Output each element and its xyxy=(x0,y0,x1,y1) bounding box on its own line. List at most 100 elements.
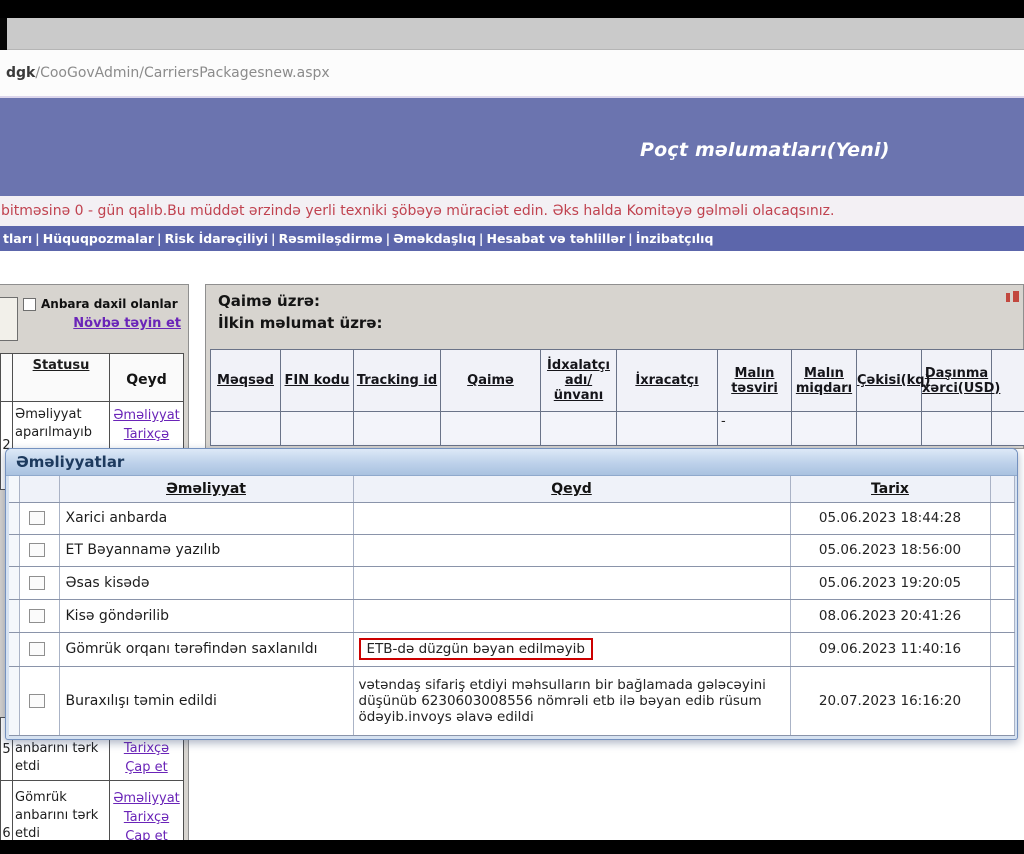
nav-separator: | xyxy=(386,231,391,246)
column-sort-link[interactable]: Daşınmaxərci(USD) xyxy=(922,366,1000,396)
nav-separator: | xyxy=(479,231,484,246)
note-sort-link[interactable]: Qeyd xyxy=(551,481,592,497)
url-path: /CooGovAdmin/CarriersPackagesnew.aspx xyxy=(35,65,329,81)
checkbox-cell xyxy=(19,502,59,534)
operation-row: Buraxılışı təmin edildivətəndaş sifariş … xyxy=(9,666,1014,735)
screen: dgk/CooGovAdmin/CarriersPackagesnew.aspx… xyxy=(0,0,1024,854)
row-checkbox[interactable] xyxy=(29,609,45,623)
column-header: Malınmiqdarı xyxy=(792,350,857,412)
set-queue-link[interactable]: Növbə təyin et xyxy=(0,316,181,331)
date-column-header: Tarix xyxy=(790,476,990,502)
column-sort-link[interactable]: Qaimə xyxy=(467,373,514,388)
operation-cell: ET Bəyannamə yazılıb xyxy=(59,534,353,566)
operation-cell: Əsas kisədə xyxy=(59,566,353,599)
date-cell: 20.07.2023 16:16:20 xyxy=(790,666,990,735)
modal-title: Əməliyyatlar xyxy=(16,453,124,471)
history-link[interactable]: Tarixçə xyxy=(110,808,183,827)
url-domain: dgk xyxy=(6,65,35,81)
status-sort-link[interactable]: Statusu xyxy=(33,358,90,373)
note-cell: ETB-də düzgün bəyan edilməyib xyxy=(353,632,790,666)
nav-separator: | xyxy=(628,231,633,246)
table-cell xyxy=(922,412,992,446)
print-link[interactable]: Çap et xyxy=(110,758,183,777)
nav-separator: | xyxy=(157,231,162,246)
date-cell: 05.06.2023 19:20:05 xyxy=(790,566,990,599)
column-header: Daşınmaxərci(USD) xyxy=(922,350,992,412)
note-column-header: Qeyd xyxy=(353,476,790,502)
operation-column-header: Əməliyyat xyxy=(59,476,353,502)
operation-cell: Xarici anbarda xyxy=(59,502,353,534)
column-sort-link[interactable]: Çəkisi(kq) xyxy=(857,373,931,388)
date-cell: 05.06.2023 18:56:00 xyxy=(790,534,990,566)
column-sort-link[interactable]: Məqsəd xyxy=(217,373,274,388)
empty-cell xyxy=(990,632,1014,666)
row-checkbox[interactable] xyxy=(29,694,45,708)
note-cell xyxy=(353,502,790,534)
nav-item[interactable]: Risk İdarəçiliyi xyxy=(165,231,268,246)
table-cell xyxy=(541,412,617,446)
row-gutter xyxy=(9,599,19,632)
table-cell xyxy=(617,412,718,446)
table-cell xyxy=(281,412,354,446)
row-gutter xyxy=(9,632,19,666)
operations-table-header: Əməliyyat Qeyd Tarix xyxy=(9,476,1014,502)
empty-cell xyxy=(990,599,1014,632)
nav-item[interactable]: Rəsmiləşdirmə xyxy=(279,231,383,246)
empty-cell xyxy=(990,534,1014,566)
row-checkbox[interactable] xyxy=(29,543,45,557)
column-sort-link[interactable]: Malıntəsviri xyxy=(731,366,778,396)
row-gutter xyxy=(9,666,19,735)
checkbox-cell xyxy=(19,666,59,735)
operations-table: Əməliyyat Qeyd Tarix Xarici anbarda 05.06… xyxy=(9,476,1015,736)
column-header: Malıntəsviri xyxy=(718,350,792,412)
operations-modal: Əməliyyatlar Əməliyyat Qeyd Tarix xyxy=(5,448,1018,740)
modal-titlebar[interactable]: Əməliyyatlar xyxy=(6,449,1017,476)
url-bar[interactable]: dgk/CooGovAdmin/CarriersPackagesnew.aspx xyxy=(0,50,1024,98)
packages-table-row: - xyxy=(211,412,1024,446)
clipped-red-text-fragment xyxy=(1013,291,1019,302)
warning-banner: bitməsinə 0 - gün qalıb.Bu müddət ərzind… xyxy=(0,196,1024,226)
initial-data-subtitle: İlkin məlumat üzrə: xyxy=(218,314,383,332)
nav-item[interactable]: tları xyxy=(3,231,32,246)
note-cell xyxy=(353,534,790,566)
operation-link[interactable]: Əməliyyat xyxy=(110,406,183,425)
column-sort-link[interactable]: FIN kodu xyxy=(285,373,350,388)
table-cell xyxy=(441,412,541,446)
operation-row: Gömrük orqanı tərəfindən saxlanıldıETB-d… xyxy=(9,632,1014,666)
num-column-header xyxy=(1,354,13,402)
warehouse-filter-checkbox[interactable] xyxy=(23,298,36,311)
nav-separator: | xyxy=(35,231,40,246)
operation-link[interactable]: Əməliyyat xyxy=(110,789,183,808)
date-cell: 09.06.2023 11:40:16 xyxy=(790,632,990,666)
nav-item[interactable]: Hüquqpozmalar xyxy=(43,231,154,246)
row-gutter xyxy=(9,566,19,599)
date-cell: 05.06.2023 18:44:28 xyxy=(790,502,990,534)
table-cell xyxy=(211,412,281,446)
column-header: Qaimə xyxy=(441,350,541,412)
column-sort-link[interactable]: İdxalatçıadı/ünvanı xyxy=(547,358,610,403)
checkbox-column-header xyxy=(19,476,59,502)
column-sort-link[interactable]: İxracatçı xyxy=(635,373,698,388)
row-gutter xyxy=(9,534,19,566)
nav-item[interactable]: Əməkdaşlıq xyxy=(393,231,476,246)
operation-sort-link[interactable]: Əməliyyat xyxy=(166,481,246,497)
history-link[interactable]: Tarixçə xyxy=(110,739,183,758)
note-column-header: Qeyd xyxy=(110,354,184,402)
table-cell xyxy=(857,412,922,446)
history-link[interactable]: Tarixçə xyxy=(110,425,183,444)
row-checkbox[interactable] xyxy=(29,511,45,525)
column-header: İxracatçı xyxy=(617,350,718,412)
row-checkbox[interactable] xyxy=(29,642,45,656)
empty-column-header xyxy=(990,476,1014,502)
column-header: Məqsəd xyxy=(211,350,281,412)
nav-item[interactable]: Hesabat və təhlillər xyxy=(487,231,626,246)
column-header: Tracking id xyxy=(354,350,441,412)
checkbox-cell xyxy=(19,566,59,599)
checkbox-cell xyxy=(19,534,59,566)
invoice-subtitle: Qaimə üzrə: xyxy=(218,292,320,310)
column-sort-link[interactable]: Tracking id xyxy=(357,373,437,388)
nav-item[interactable]: İnzibatçılıq xyxy=(636,231,714,246)
row-checkbox[interactable] xyxy=(29,576,45,590)
column-sort-link[interactable]: Malınmiqdarı xyxy=(796,366,852,396)
date-sort-link[interactable]: Tarix xyxy=(871,481,909,497)
